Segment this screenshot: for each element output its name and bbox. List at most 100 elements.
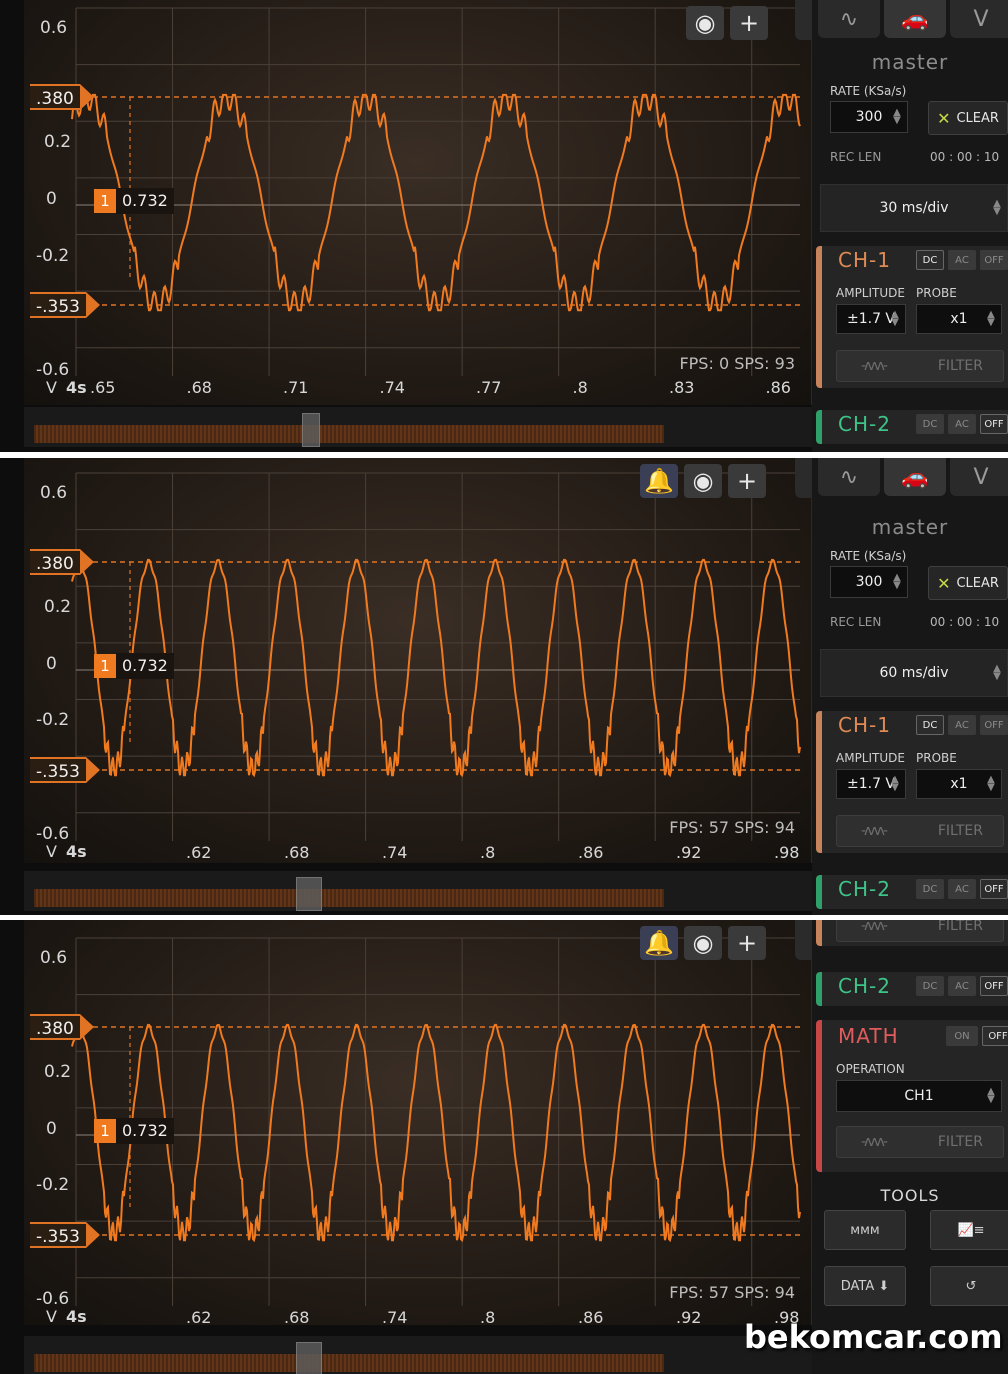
wave-icon[interactable]: ∿: [818, 458, 880, 496]
y-tick: 0.2: [44, 597, 72, 617]
watermark: bekomcar.com: [744, 1318, 1003, 1356]
ch2-off-toggle[interactable]: OFF: [980, 879, 1008, 899]
x-tick: .86: [578, 843, 604, 862]
scroll-thumb[interactable]: [296, 877, 322, 911]
cursor-readout[interactable]: 1 0.732: [94, 653, 174, 679]
scroll-thumb[interactable]: [296, 1342, 322, 1374]
v-tab-icon[interactable]: V: [950, 458, 1008, 496]
history-icon[interactable]: ↺: [930, 1266, 1008, 1306]
probe-select[interactable]: x1 ▲ ▼: [916, 769, 1002, 799]
filter-button[interactable]: -ᴧᴧᴧ- FILTER: [836, 815, 1004, 847]
y-tick: 0: [46, 189, 57, 209]
plus-icon[interactable]: +: [728, 926, 766, 960]
eye-icon[interactable]: ◉: [684, 926, 722, 960]
y-tick: 0.6: [40, 948, 68, 968]
low-threshold-marker[interactable]: -.353: [30, 757, 100, 783]
data-export-button[interactable]: DATA ⬇: [824, 1266, 906, 1306]
ch2-ac-toggle[interactable]: AC: [948, 976, 976, 996]
eye-icon[interactable]: ◉: [684, 464, 722, 498]
x-tick: .62: [186, 843, 212, 862]
reclen-value: 00 : 00 : 10: [930, 615, 1000, 629]
ch1-dc-toggle[interactable]: DC: [916, 715, 944, 735]
ch1-dc-toggle[interactable]: DC: [916, 250, 944, 270]
amplitude-label: AMPLITUDE: [836, 286, 905, 300]
low-threshold-marker[interactable]: -.353: [30, 1222, 100, 1248]
plus-icon[interactable]: +: [728, 464, 766, 498]
ch1-off-toggle[interactable]: OFF: [980, 715, 1008, 735]
plus-icon[interactable]: +: [730, 6, 768, 40]
select-arrows-icon: ▲ ▼: [993, 198, 1001, 217]
ch1-ac-toggle[interactable]: AC: [948, 715, 976, 735]
scroll-thumb[interactable]: [302, 413, 320, 447]
x-tick: .74: [382, 843, 408, 862]
ch2-dc-toggle[interactable]: DC: [916, 414, 944, 434]
clear-button[interactable]: ✕ CLEAR: [928, 101, 1008, 135]
ch1-card: CH-1 DC AC OFF AMPLITUDE PROBE ±1.7 V ▲ ▼ …: [816, 711, 1008, 853]
eye-icon[interactable]: ◉: [686, 6, 724, 40]
oscilloscope-display[interactable]: 0.6 0.2 0 -0.2 -0.6 .380 -.353 1 0.732 V…: [24, 920, 812, 1327]
scope-toolbar: ◉ +: [686, 6, 768, 40]
high-threshold-marker[interactable]: .380: [30, 84, 94, 110]
cursor-readout[interactable]: 1 0.732: [94, 188, 174, 214]
x-axis-prefix: V: [46, 1307, 57, 1326]
rate-stepper[interactable]: 300 ▲ ▼: [830, 566, 908, 598]
ch2-dc-toggle[interactable]: DC: [916, 976, 944, 996]
y-tick: -0.6: [36, 1289, 70, 1309]
low-threshold-marker[interactable]: -.353: [30, 292, 100, 318]
probe-select[interactable]: x1 ▲ ▼: [916, 304, 1002, 334]
oscilloscope-display[interactable]: 0.6 0.2 0 -0.2 -0.6 .380 -.353 1 0.732 V…: [24, 0, 812, 405]
mode-tabs: ∿ 🚗 V: [818, 0, 1008, 38]
rate-stepper[interactable]: 300 ▲ ▼: [830, 101, 908, 133]
high-threshold-marker[interactable]: .380: [30, 1014, 94, 1040]
x-tick: .68: [284, 843, 310, 862]
wave-icon[interactable]: ∿: [818, 0, 880, 38]
filter-button[interactable]: -ᴧᴧᴧ- FILTER: [836, 920, 1004, 942]
ch2-off-toggle[interactable]: OFF: [980, 976, 1008, 996]
bell-icon[interactable]: 🔔: [640, 464, 678, 498]
panel-handle[interactable]: [795, 458, 811, 498]
x-tick: .83: [669, 378, 695, 397]
panel-handle[interactable]: [795, 0, 811, 40]
waveform-tool-icon[interactable]: ᴍᴍᴍ: [824, 1210, 906, 1250]
panel-handle[interactable]: [795, 920, 811, 960]
bell-icon[interactable]: 🔔: [640, 926, 678, 960]
x-tick: .65: [90, 378, 116, 397]
timeline-scrollbar[interactable]: [24, 1336, 812, 1374]
scope-panel-3: 0.6 0.2 0 -0.2 -0.6 .380 -.353 1 0.732 V…: [0, 920, 1008, 1374]
v-tab-icon[interactable]: V: [950, 0, 1008, 38]
cursor-readout[interactable]: 1 0.732: [94, 1118, 174, 1144]
ch2-off-toggle[interactable]: OFF: [980, 414, 1008, 434]
amplitude-select[interactable]: ±1.7 V ▲ ▼: [836, 769, 906, 799]
ch2-title: CH-2: [838, 974, 891, 998]
ch1-ac-toggle[interactable]: AC: [948, 250, 976, 270]
math-off-toggle[interactable]: OFF: [982, 1026, 1008, 1046]
x-tick: .74: [382, 1308, 408, 1327]
oscilloscope-display[interactable]: 0.6 0.2 0 -0.2 -0.6 .380 -.353 1 0.732 V…: [24, 458, 812, 863]
timeline-scrollbar[interactable]: [24, 407, 812, 447]
scope-panel-1: 0.6 0.2 0 -0.2 -0.6 .380 -.353 1 0.732 V…: [0, 0, 1008, 452]
math-on-toggle[interactable]: ON: [946, 1026, 978, 1046]
car-icon[interactable]: 🚗: [884, 458, 946, 496]
ch2-title: CH-2: [838, 412, 891, 436]
fps-readout: FPS: 0 SPS: 93: [679, 354, 795, 373]
timebase-select[interactable]: 60 ms/div ▲ ▼: [820, 649, 1008, 697]
timeline-scrollbar[interactable]: [24, 871, 812, 911]
math-filter-button[interactable]: -ᴧᴧᴧ- FILTER: [836, 1126, 1004, 1158]
clear-button[interactable]: ✕ CLEAR: [928, 566, 1008, 600]
cursor-number: 1: [94, 654, 116, 678]
timebase-select[interactable]: 30 ms/div ▲ ▼: [820, 184, 1008, 232]
chart-list-icon[interactable]: 📈≡: [930, 1210, 1008, 1250]
operation-select[interactable]: CH1 ▲ ▼: [836, 1080, 1002, 1112]
ch2-card: CH-2 DC AC OFF: [816, 972, 1008, 1006]
amplitude-select[interactable]: ±1.7 V ▲ ▼: [836, 304, 906, 334]
filter-button[interactable]: -ᴧᴧᴧ- FILTER: [836, 350, 1004, 382]
ch2-ac-toggle[interactable]: AC: [948, 879, 976, 899]
ch2-ac-toggle[interactable]: AC: [948, 414, 976, 434]
y-tick: 0: [46, 1119, 57, 1139]
car-icon[interactable]: 🚗: [884, 0, 946, 38]
y-tick: 0.2: [44, 1062, 72, 1082]
ch1-off-toggle[interactable]: OFF: [980, 250, 1008, 270]
ch2-dc-toggle[interactable]: DC: [916, 879, 944, 899]
y-tick: 0.2: [44, 132, 72, 152]
high-threshold-marker[interactable]: .380: [30, 549, 94, 575]
